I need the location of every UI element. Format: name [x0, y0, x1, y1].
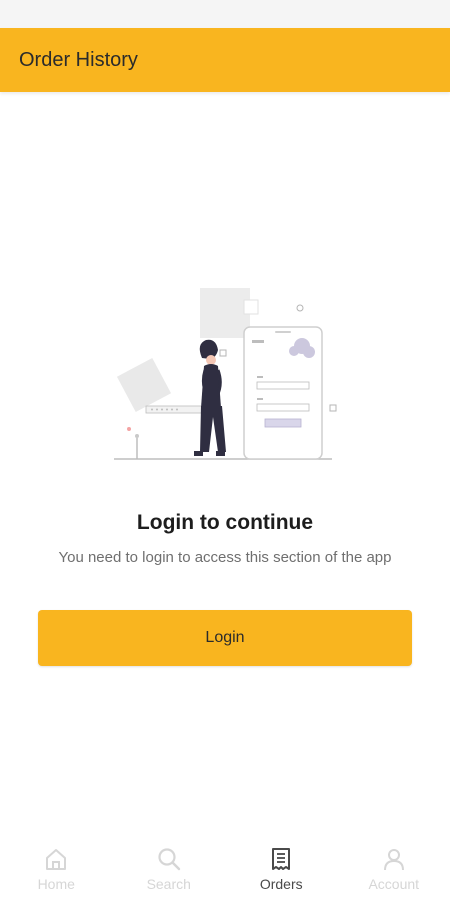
nav-label-home: Home: [37, 876, 75, 892]
nav-label-search: Search: [146, 876, 191, 892]
nav-item-orders[interactable]: Orders: [225, 834, 338, 900]
empty-state-title: Login to continue: [136, 511, 314, 534]
search-icon: [158, 848, 180, 871]
empty-state-message: You need to login to access this section…: [58, 549, 392, 566]
nav-label-account: Account: [368, 876, 420, 892]
bottom-navigation: Home Search Orders Account: [0, 834, 450, 900]
app-bar: Order History: [0, 28, 450, 92]
status-bar: [0, 0, 450, 28]
account-icon: [383, 849, 404, 871]
home-icon: [46, 849, 67, 870]
login-button[interactable]: Login: [38, 610, 412, 666]
orders-icon: [272, 848, 291, 870]
nav-item-account[interactable]: Account: [338, 834, 450, 900]
login-illustration: [114, 288, 337, 460]
screen: Order History Login to continue You need…: [0, 0, 450, 900]
nav-item-search[interactable]: Search: [113, 834, 226, 900]
page-title: Order History: [19, 49, 138, 71]
nav-label-orders: Orders: [259, 876, 303, 892]
nav-item-home[interactable]: Home: [0, 834, 113, 900]
